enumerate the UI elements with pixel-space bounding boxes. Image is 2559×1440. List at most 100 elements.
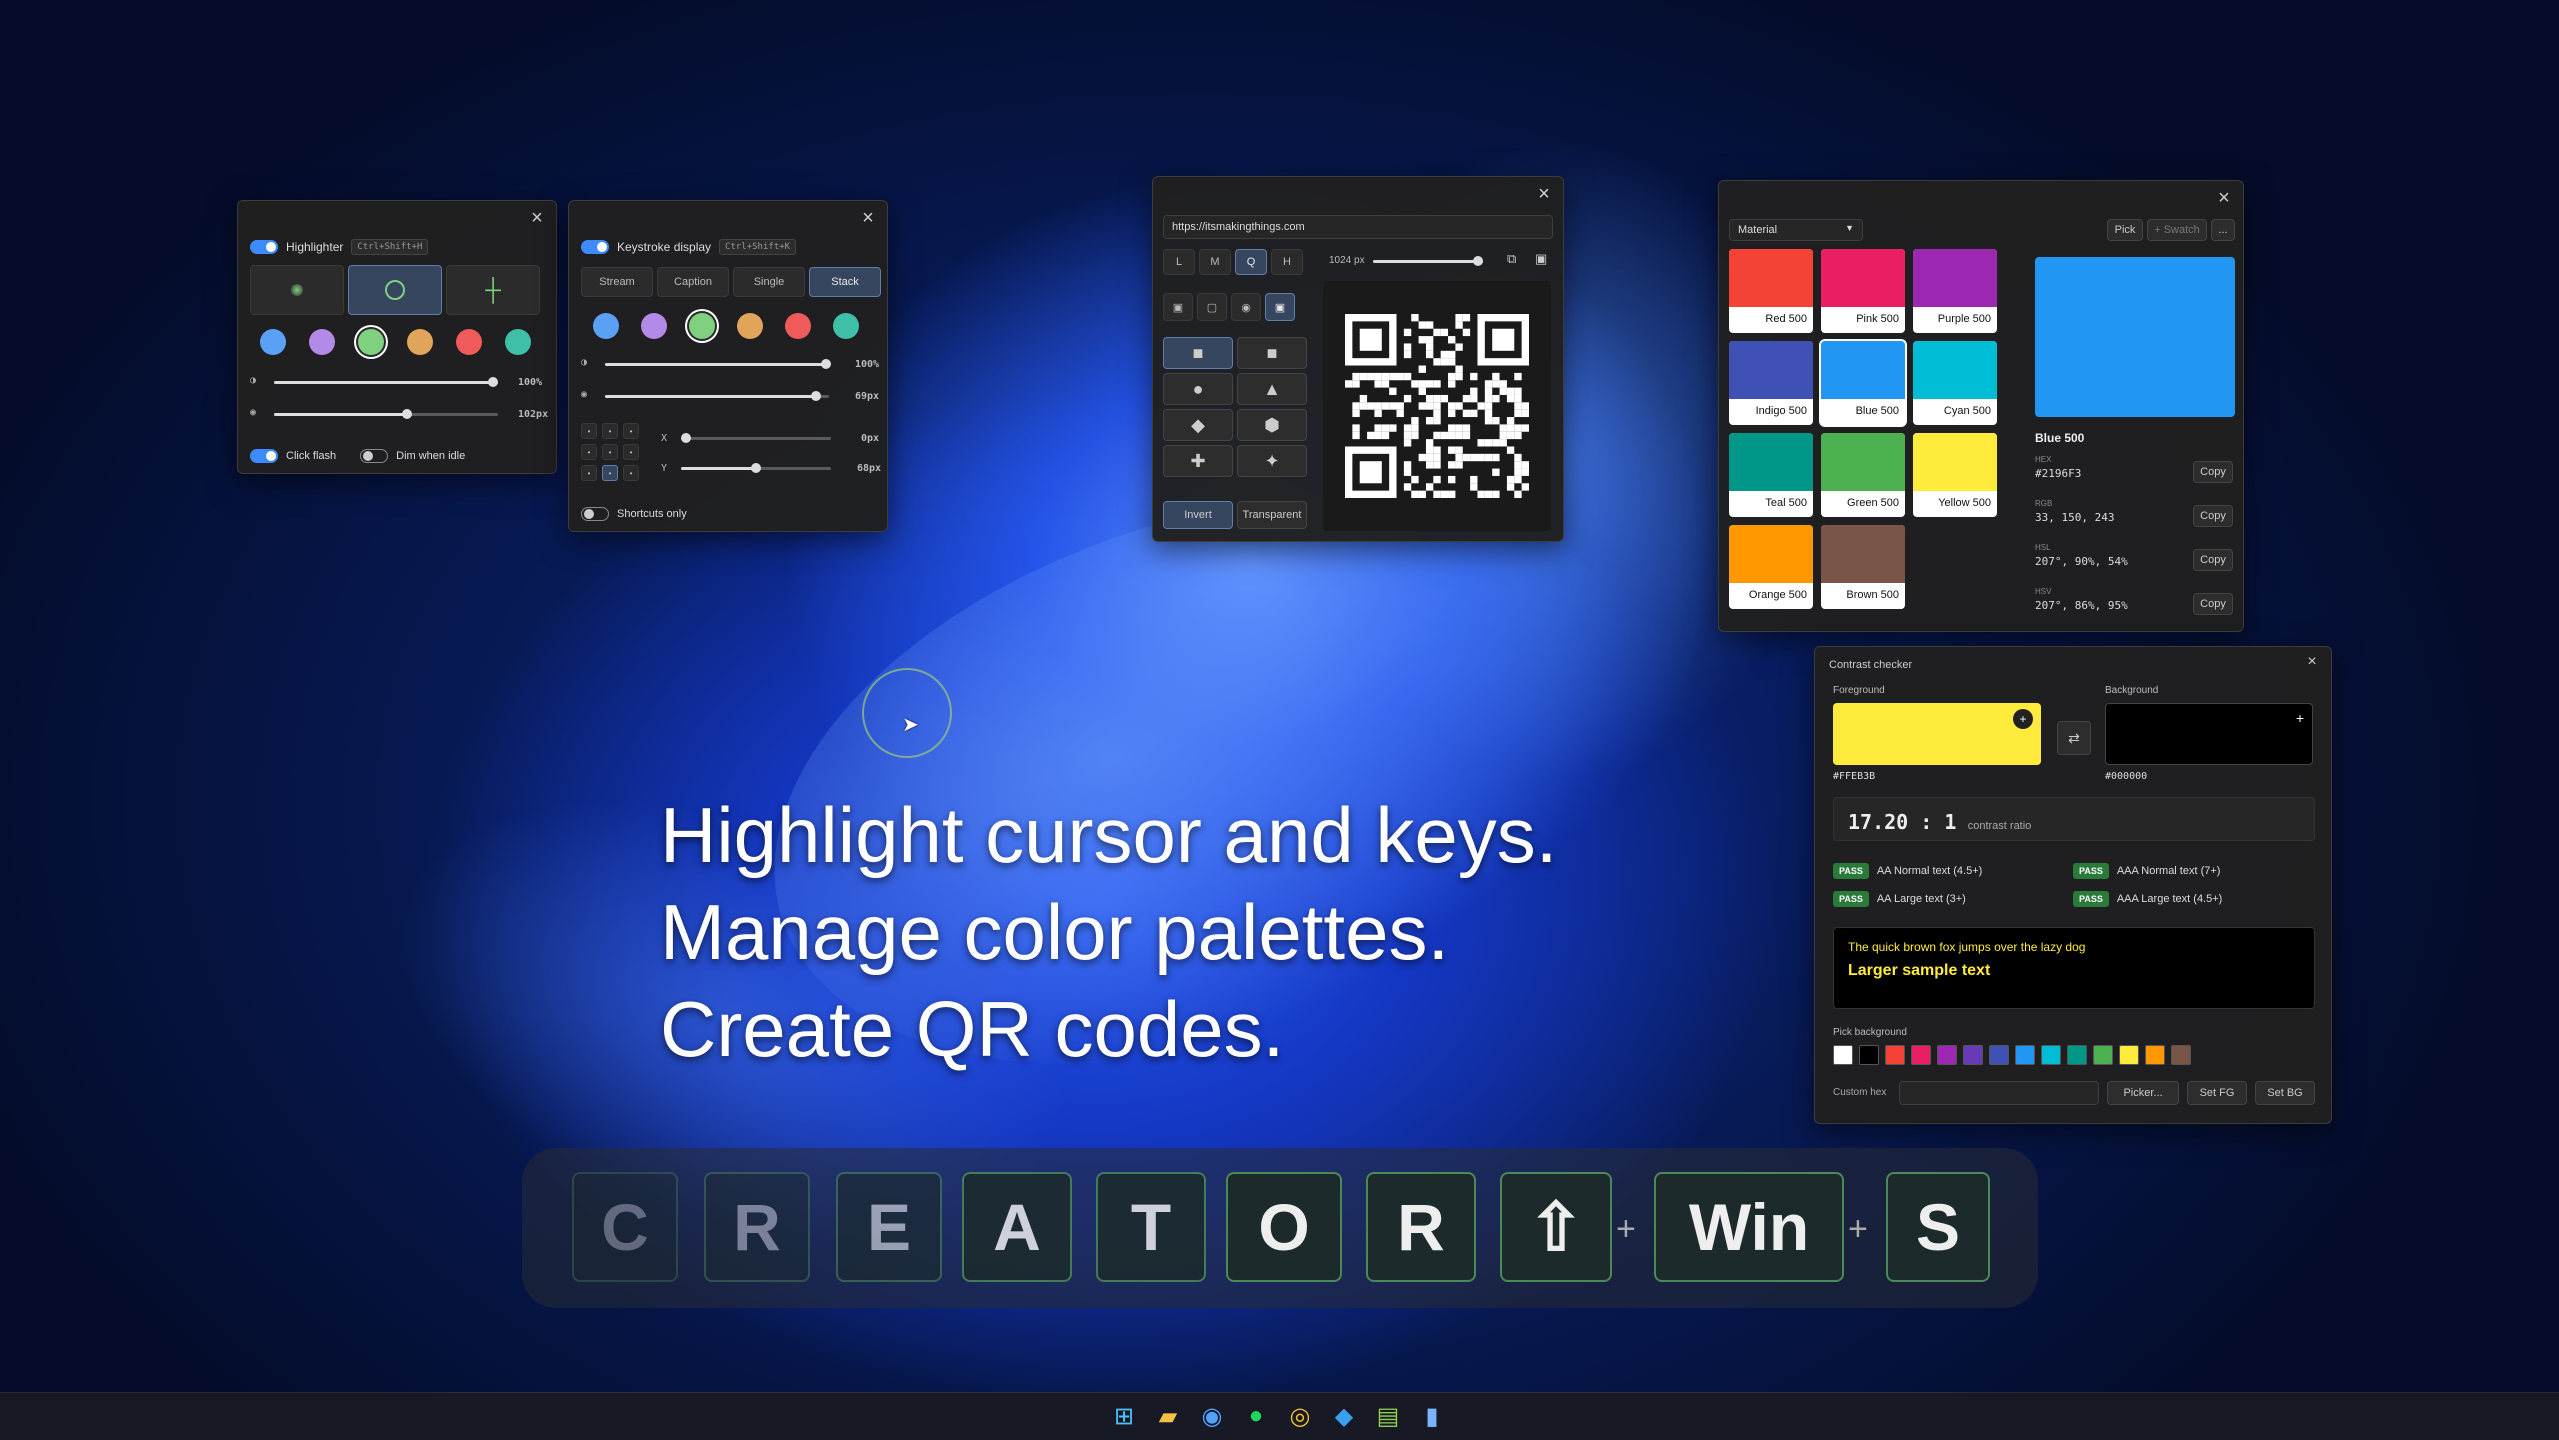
color-dot-button[interactable] bbox=[407, 329, 433, 355]
keystroke-opacity-slider[interactable] bbox=[605, 359, 831, 369]
background-swatch-button[interactable] bbox=[1833, 1045, 1853, 1065]
close-icon[interactable]: × bbox=[526, 207, 548, 229]
module-square-button[interactable]: ■ bbox=[1163, 337, 1233, 369]
palette-swatch[interactable]: Green 500 bbox=[1821, 433, 1905, 517]
module-diamond-button[interactable]: ◆ bbox=[1163, 409, 1233, 441]
color-dot-button[interactable] bbox=[785, 313, 811, 339]
color-dot-button[interactable] bbox=[689, 313, 715, 339]
click-flash-toggle[interactable] bbox=[250, 449, 278, 463]
background-swatch-button[interactable] bbox=[2015, 1045, 2035, 1065]
mode-tab-caption[interactable]: Caption bbox=[657, 267, 729, 297]
color-dot-button[interactable] bbox=[260, 329, 286, 355]
position-cell[interactable]: • bbox=[602, 423, 618, 439]
background-swatch[interactable]: + bbox=[2105, 703, 2313, 765]
size-slider[interactable] bbox=[274, 409, 498, 419]
style-crosshair-button[interactable]: ┼ bbox=[446, 265, 540, 315]
module-star-button[interactable]: ✦ bbox=[1237, 445, 1307, 477]
background-swatch-button[interactable] bbox=[2041, 1045, 2061, 1065]
chrome-icon[interactable]: ◎ bbox=[1284, 1400, 1316, 1432]
module-circle-button[interactable]: ● bbox=[1163, 373, 1233, 405]
foreground-swatch[interactable]: + bbox=[1833, 703, 2041, 765]
notepad-icon[interactable]: ▤ bbox=[1372, 1400, 1404, 1432]
eyedropper-icon[interactable]: + bbox=[2296, 710, 2304, 726]
opacity-slider[interactable] bbox=[274, 377, 498, 387]
palette-swatch[interactable]: Red 500 bbox=[1729, 249, 1813, 333]
eye-style-leaf-button[interactable]: ▣ bbox=[1265, 293, 1295, 321]
palette-swatch[interactable]: Blue 500 bbox=[1821, 341, 1905, 425]
shortcuts-only-toggle[interactable] bbox=[581, 507, 609, 521]
position-cell[interactable]: • bbox=[602, 444, 618, 460]
qr-size-slider[interactable] bbox=[1373, 256, 1483, 266]
x-offset-slider[interactable] bbox=[681, 433, 831, 443]
color-dot-button[interactable] bbox=[737, 313, 763, 339]
palette-swatch[interactable]: Indigo 500 bbox=[1729, 341, 1813, 425]
palette-swatch[interactable]: Pink 500 bbox=[1821, 249, 1905, 333]
mode-tab-single[interactable]: Single bbox=[733, 267, 805, 297]
background-swatch-button[interactable] bbox=[2093, 1045, 2113, 1065]
color-dot-button[interactable] bbox=[833, 313, 859, 339]
color-dot-button[interactable] bbox=[593, 313, 619, 339]
creator-app-icon[interactable]: ▮ bbox=[1416, 1400, 1448, 1432]
close-icon[interactable]: × bbox=[2301, 651, 2323, 673]
position-cell[interactable]: • bbox=[581, 444, 597, 460]
copy-button[interactable]: Copy bbox=[2193, 549, 2233, 571]
ec-level-q[interactable]: Q bbox=[1235, 249, 1267, 275]
color-dot-button[interactable] bbox=[456, 329, 482, 355]
color-dot-button[interactable] bbox=[358, 329, 384, 355]
swap-colors-button[interactable]: ⇄ bbox=[2057, 721, 2091, 755]
keystroke-size-slider[interactable] bbox=[605, 391, 829, 401]
ec-level-h[interactable]: H bbox=[1271, 249, 1303, 275]
background-swatch-button[interactable] bbox=[1859, 1045, 1879, 1065]
slider-knob[interactable] bbox=[681, 433, 691, 443]
invert-button[interactable]: Invert bbox=[1163, 501, 1233, 529]
module-plus-button[interactable]: ✚ bbox=[1163, 445, 1233, 477]
background-swatch-button[interactable] bbox=[2067, 1045, 2087, 1065]
copy-button[interactable]: Copy bbox=[2193, 593, 2233, 615]
background-swatch-button[interactable] bbox=[1963, 1045, 1983, 1065]
close-icon[interactable]: × bbox=[2213, 187, 2235, 209]
custom-hex-input[interactable] bbox=[1899, 1081, 2099, 1105]
browser-icon[interactable]: ◉ bbox=[1196, 1400, 1228, 1432]
palette-swatch[interactable]: Purple 500 bbox=[1913, 249, 1997, 333]
close-icon[interactable]: × bbox=[857, 207, 879, 229]
slider-knob[interactable] bbox=[1473, 256, 1483, 266]
style-ring-button[interactable] bbox=[348, 265, 442, 315]
eyedropper-icon[interactable]: + bbox=[2013, 709, 2033, 729]
slider-knob[interactable] bbox=[821, 359, 831, 369]
vscode-icon[interactable]: ◆ bbox=[1328, 1400, 1360, 1432]
copy-icon[interactable]: ⧉ bbox=[1507, 251, 1516, 267]
picker-button[interactable]: Picker... bbox=[2107, 1081, 2179, 1105]
position-cell[interactable]: • bbox=[581, 465, 597, 481]
set-fg-button[interactable]: Set FG bbox=[2187, 1081, 2247, 1105]
position-cell[interactable]: • bbox=[602, 465, 618, 481]
position-cell[interactable]: • bbox=[623, 423, 639, 439]
palette-dropdown[interactable]: Material ▼ bbox=[1729, 219, 1863, 241]
slider-knob[interactable] bbox=[751, 463, 761, 473]
copy-button[interactable]: Copy bbox=[2193, 461, 2233, 483]
background-swatch-button[interactable] bbox=[2171, 1045, 2191, 1065]
background-swatch-button[interactable] bbox=[1911, 1045, 1931, 1065]
background-swatch-button[interactable] bbox=[1937, 1045, 1957, 1065]
size-slider-knob[interactable] bbox=[402, 409, 413, 419]
slider-knob[interactable] bbox=[811, 391, 821, 401]
color-dot-button[interactable] bbox=[505, 329, 531, 355]
module-hexagon-button[interactable]: ⬢ bbox=[1237, 409, 1307, 441]
palette-swatch[interactable]: Brown 500 bbox=[1821, 525, 1905, 609]
color-dot-button[interactable] bbox=[309, 329, 335, 355]
background-swatch-button[interactable] bbox=[2119, 1045, 2139, 1065]
more-button[interactable]: ... bbox=[2211, 219, 2235, 241]
windows-start-icon[interactable]: ⊞ bbox=[1108, 1400, 1140, 1432]
position-cell[interactable]: • bbox=[623, 444, 639, 460]
transparent-button[interactable]: Transparent bbox=[1237, 501, 1307, 529]
background-swatch-button[interactable] bbox=[1885, 1045, 1905, 1065]
style-dot-button[interactable] bbox=[250, 265, 344, 315]
add-swatch-button[interactable]: + Swatch bbox=[2147, 219, 2207, 241]
eye-style-rounded-button[interactable]: ▢ bbox=[1197, 293, 1227, 321]
opacity-slider-knob[interactable] bbox=[488, 377, 498, 387]
highlighter-toggle[interactable] bbox=[250, 240, 278, 254]
save-icon[interactable]: ▣ bbox=[1535, 251, 1547, 267]
mode-tab-stream[interactable]: Stream bbox=[581, 267, 653, 297]
y-offset-slider[interactable] bbox=[681, 463, 831, 473]
palette-swatch[interactable]: Yellow 500 bbox=[1913, 433, 1997, 517]
palette-swatch[interactable]: Teal 500 bbox=[1729, 433, 1813, 517]
